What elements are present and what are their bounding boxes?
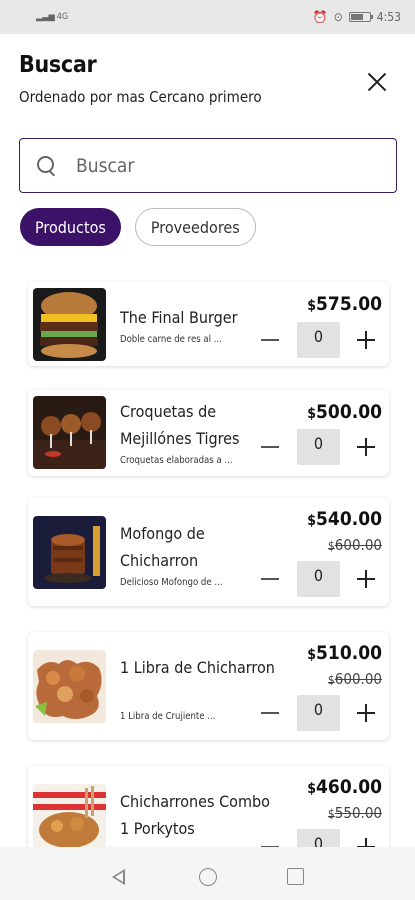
- product-price: $575.00: [307, 293, 382, 315]
- page-header: Buscar Ordenado por mas Cercano primero: [19, 52, 399, 106]
- page-subtitle: Ordenado por mas Cercano primero: [19, 88, 262, 106]
- product-description: Delicioso Mofongo de ...: [120, 577, 223, 588]
- status-right: ⏰ ⊙ 4:53: [313, 10, 401, 24]
- alarm-icon: ⏰: [312, 10, 328, 24]
- clock: 4:53: [376, 10, 401, 24]
- product-old-price: $550.00: [327, 804, 382, 822]
- minus-icon[interactable]: [261, 712, 279, 714]
- plus-icon[interactable]: [357, 331, 375, 349]
- status-bar: ▂▃▅ 4G ⏰ ⊙ 4:53: [0, 0, 415, 34]
- tab-proveedores[interactable]: Proveedores: [134, 208, 256, 246]
- product-image: [33, 650, 106, 723]
- product-price: $540.00: [307, 508, 382, 530]
- home-icon[interactable]: [199, 868, 217, 886]
- quantity-field[interactable]: 0: [297, 322, 340, 358]
- tab-productos[interactable]: Productos: [20, 208, 121, 246]
- quantity-field[interactable]: 0: [297, 429, 340, 465]
- product-image: [33, 396, 106, 469]
- search-box[interactable]: [19, 138, 397, 193]
- search-icon: [37, 155, 57, 176]
- product-image: [33, 288, 106, 361]
- plus-icon[interactable]: [357, 438, 375, 456]
- plus-icon[interactable]: [357, 704, 375, 722]
- product-description: Doble carne de res al ...: [120, 334, 222, 345]
- system-nav-bar: [0, 847, 415, 900]
- product-price: $460.00: [307, 776, 382, 798]
- quantity-field[interactable]: 0: [297, 561, 340, 597]
- quantity-field[interactable]: 0: [297, 695, 340, 731]
- product-name: Chicharrones Combo 1 Porkytos: [120, 792, 270, 838]
- product-description: 1 Libra de Crujiente ...: [120, 711, 216, 722]
- search-input[interactable]: [76, 154, 356, 177]
- close-icon[interactable]: [365, 70, 389, 94]
- page-title: Buscar: [19, 52, 97, 78]
- product-old-price: $600.00: [327, 536, 382, 554]
- product-card[interactable]: Croquetas de Mejillónes Tigres Croquetas…: [28, 390, 389, 476]
- recent-apps-icon[interactable]: [287, 868, 304, 885]
- location-icon: ⊙: [333, 10, 343, 24]
- minus-icon[interactable]: [261, 446, 279, 448]
- minus-icon[interactable]: [261, 339, 279, 341]
- plus-icon[interactable]: [357, 570, 375, 588]
- product-description: Croquetas elaboradas a ...: [120, 455, 233, 466]
- product-price: $500.00: [307, 401, 382, 423]
- filter-tabs: Productos Proveedores: [20, 208, 256, 246]
- battery-icon: [348, 12, 373, 22]
- product-image: [33, 516, 106, 589]
- back-icon[interactable]: [112, 869, 125, 885]
- product-name: 1 Libra de Chicharron: [120, 658, 275, 677]
- product-card[interactable]: 1 Libra de Chicharron 1 Libra de Crujien…: [28, 632, 389, 740]
- product-price: $510.00: [307, 642, 382, 664]
- network-type: 4G: [56, 12, 69, 22]
- minus-icon[interactable]: [261, 578, 279, 580]
- signal-indicator: ▂▃▅ 4G: [36, 12, 68, 22]
- product-name: Croquetas de Mejillónes Tigres: [120, 402, 240, 448]
- product-name: The Final Burger: [120, 308, 238, 327]
- product-name: Mofongo de Chicharron: [120, 524, 205, 570]
- product-card[interactable]: Mofongo de Chicharron Delicioso Mofongo …: [28, 498, 389, 606]
- signal-icon: ▂▃▅: [36, 12, 55, 22]
- product-card[interactable]: The Final Burger Doble carne de res al .…: [28, 282, 389, 366]
- product-old-price: $600.00: [327, 670, 382, 688]
